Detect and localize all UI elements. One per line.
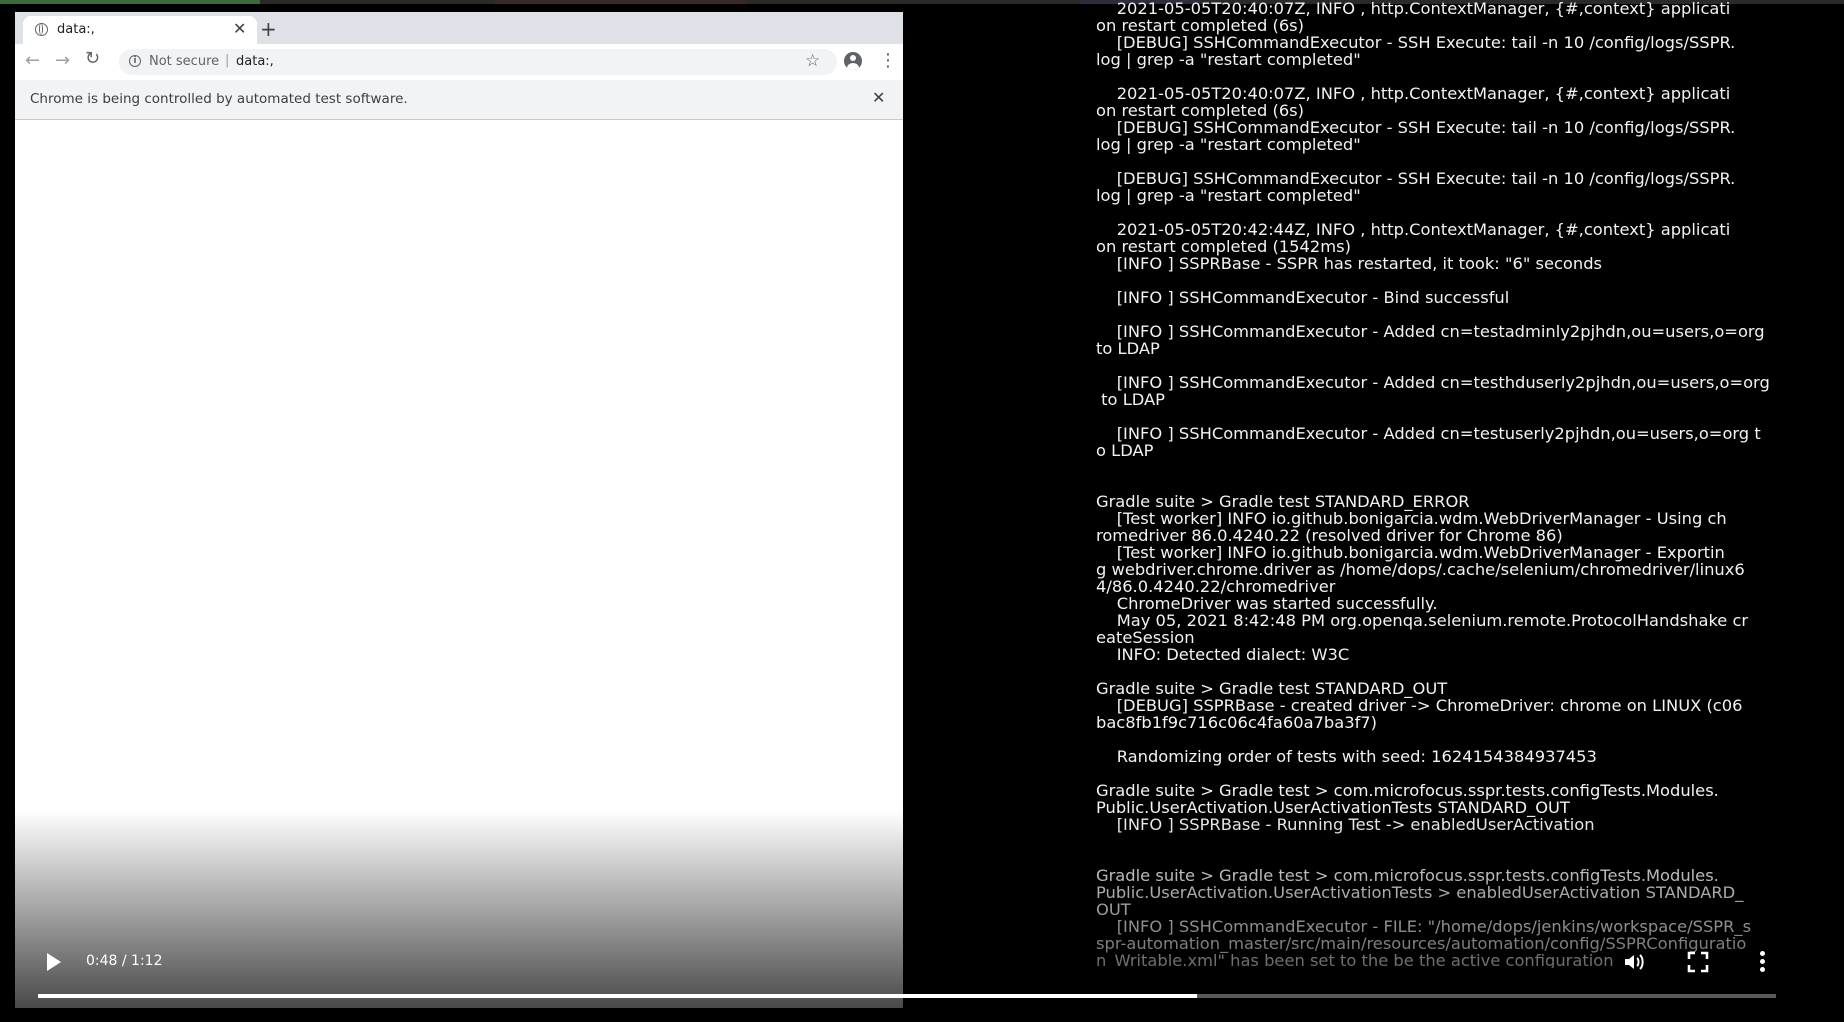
terminal-line: 4/86.0.4240.22/chromedriver <box>1096 577 1336 596</box>
video-progress-fill <box>38 994 1198 998</box>
tab-strip: data:, ✕ + <box>15 12 903 44</box>
terminal-line: g webdriver.chrome.driver as /home/dops/… <box>1096 560 1745 579</box>
more-options-icon[interactable] <box>1750 948 1774 976</box>
terminal-line: [INFO ] SSHCommandExecutor - Added cn=te… <box>1096 322 1765 341</box>
terminal-line: [DEBUG] SSHCommandExecutor - SSH Execute… <box>1096 169 1736 188</box>
terminal-line: romedriver 86.0.4240.22 (resolved driver… <box>1096 526 1563 545</box>
browser-tab[interactable]: data:, ✕ <box>23 16 257 44</box>
security-label[interactable]: Not secure <box>149 54 219 69</box>
terminal-line: [INFO ] SSHCommandExecutor - Bind succes… <box>1096 288 1510 307</box>
terminal-line: Gradle suite > Gradle test > com.microfo… <box>1096 781 1719 800</box>
automation-infobar: Chrome is being controlled by automated … <box>15 80 903 120</box>
video-progress-bar[interactable] <box>38 994 1776 998</box>
volume-icon[interactable] <box>1622 950 1646 974</box>
terminal-line: [DEBUG] SSPRBase - created driver -> Chr… <box>1096 696 1743 715</box>
terminal-line: Randomizing order of tests with seed: 16… <box>1096 747 1597 766</box>
bottom-strip <box>0 1014 1844 1022</box>
terminal-line: Gradle suite > Gradle test STANDARD_ERRO… <box>1096 492 1470 511</box>
video-controls-gradient <box>0 810 1844 1010</box>
terminal-line: bac8fb1f9c716c06c4fa60a7ba3f7) <box>1096 713 1378 732</box>
terminal-line: [Test worker] INFO io.github.bonigarcia.… <box>1096 543 1725 562</box>
terminal-line: Gradle suite > Gradle test STANDARD_OUT <box>1096 679 1448 698</box>
url-separator: | <box>225 53 230 68</box>
terminal-line: eateSession <box>1096 628 1195 647</box>
infobar-message: Chrome is being controlled by automated … <box>30 91 408 107</box>
terminal-line: to LDAP <box>1096 390 1165 409</box>
play-icon[interactable] <box>47 953 61 971</box>
kebab-menu-icon[interactable]: ⋮ <box>879 50 897 71</box>
forward-arrow-icon[interactable]: → <box>55 50 70 71</box>
terminal-line: [INFO ] SSPRBase - SSPR has restarted, i… <box>1096 254 1603 273</box>
terminal-line: 2021-05-05T20:40:07Z, INFO , http.Contex… <box>1096 0 1731 18</box>
new-tab-plus-icon[interactable]: + <box>260 17 277 41</box>
terminal-line: on restart completed (6s) <box>1096 101 1305 120</box>
terminal-line: log | grep -a "restart completed" <box>1096 50 1361 69</box>
terminal-line: [Test worker] INFO io.github.bonigarcia.… <box>1096 509 1727 528</box>
globe-icon <box>35 23 48 36</box>
terminal-line: INFO: Detected dialect: W3C <box>1096 645 1350 664</box>
time-display: 0:48 / 1:12 <box>86 953 163 969</box>
terminal-line: on restart completed (6s) <box>1096 16 1305 35</box>
terminal-line: [DEBUG] SSHCommandExecutor - SSH Execute… <box>1096 118 1736 137</box>
close-tab-icon[interactable]: ✕ <box>233 19 246 38</box>
terminal-line: 2021-05-05T20:40:07Z, INFO , http.Contex… <box>1096 84 1731 103</box>
close-infobar-icon[interactable]: ✕ <box>872 88 885 107</box>
info-icon[interactable]: i <box>129 55 141 67</box>
url-text[interactable]: data:, <box>236 54 274 69</box>
fullscreen-icon[interactable] <box>1686 950 1710 974</box>
terminal-line: o LDAP <box>1096 441 1154 460</box>
terminal-line: on restart completed (1542ms) <box>1096 237 1351 256</box>
account-icon[interactable] <box>844 52 862 70</box>
reload-icon[interactable]: ↻ <box>85 48 100 69</box>
terminal-line: ChromeDriver was started successfully. <box>1096 594 1438 613</box>
terminal-line: May 05, 2021 8:42:48 PM org.openqa.selen… <box>1096 611 1749 630</box>
address-bar[interactable]: i Not secure | data:, ☆ <box>119 49 837 75</box>
terminal-line: [DEBUG] SSHCommandExecutor - SSH Execute… <box>1096 33 1736 52</box>
terminal-line: log | grep -a "restart completed" <box>1096 186 1361 205</box>
terminal-line: to LDAP <box>1096 339 1160 358</box>
star-icon[interactable]: ☆ <box>805 51 820 71</box>
terminal-line: [INFO ] SSHCommandExecutor - Added cn=te… <box>1096 373 1770 392</box>
terminal-line: [INFO ] SSHCommandExecutor - Added cn=te… <box>1096 424 1761 443</box>
tab-title: data:, <box>57 22 95 37</box>
terminal-line: 2021-05-05T20:42:44Z, INFO , http.Contex… <box>1096 220 1731 239</box>
browser-toolbar: ← → ↻ i Not secure | data:, ☆ ⋮ <box>15 44 903 80</box>
back-arrow-icon[interactable]: ← <box>25 50 40 71</box>
terminal-line: log | grep -a "restart completed" <box>1096 135 1361 154</box>
